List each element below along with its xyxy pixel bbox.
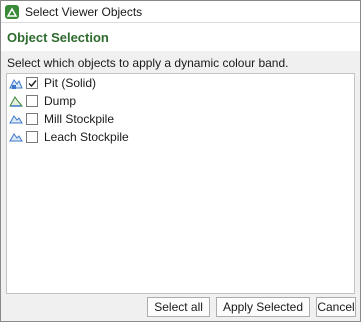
header-area: Object Selection (1, 23, 360, 51)
item-label-leach-stockpile: Leach Stockpile (44, 130, 129, 144)
window-title: Select Viewer Objects (25, 4, 143, 19)
checkbox-dump[interactable] (26, 95, 38, 107)
cancel-button[interactable]: Cancel (316, 297, 356, 317)
title-bar: Select Viewer Objects (1, 1, 360, 23)
object-list: Pit (Solid) Dump Mill Stockpile Leach St… (6, 73, 355, 294)
item-label-dump: Dump (44, 94, 77, 108)
checkbox-mill-stockpile[interactable] (26, 113, 38, 125)
stockpile-icon (9, 112, 23, 126)
button-bar: Select all Apply Selected Cancel (1, 297, 360, 317)
pit-solid-icon (9, 76, 23, 90)
checkbox-leach-stockpile[interactable] (26, 131, 38, 143)
item-label-pit: Pit (Solid) (44, 76, 97, 90)
apply-selected-button[interactable]: Apply Selected (215, 297, 310, 317)
instructions-text: Select which objects to apply a dynamic … (7, 56, 289, 70)
checkbox-pit[interactable] (26, 77, 38, 89)
section-title: Object Selection (7, 29, 109, 45)
select-all-button[interactable]: Select all (147, 297, 210, 317)
list-item-leach-stockpile[interactable]: Leach Stockpile (7, 128, 354, 146)
dialog-window: Select Viewer Objects Object Selection S… (0, 0, 361, 322)
app-logo-icon (5, 4, 19, 19)
list-item-mill-stockpile[interactable]: Mill Stockpile (7, 110, 354, 128)
list-item-dump[interactable]: Dump (7, 92, 354, 110)
list-item-pit[interactable]: Pit (Solid) (7, 74, 354, 92)
stockpile-icon (9, 130, 23, 144)
dump-icon (9, 94, 23, 108)
item-label-mill-stockpile: Mill Stockpile (44, 112, 115, 126)
